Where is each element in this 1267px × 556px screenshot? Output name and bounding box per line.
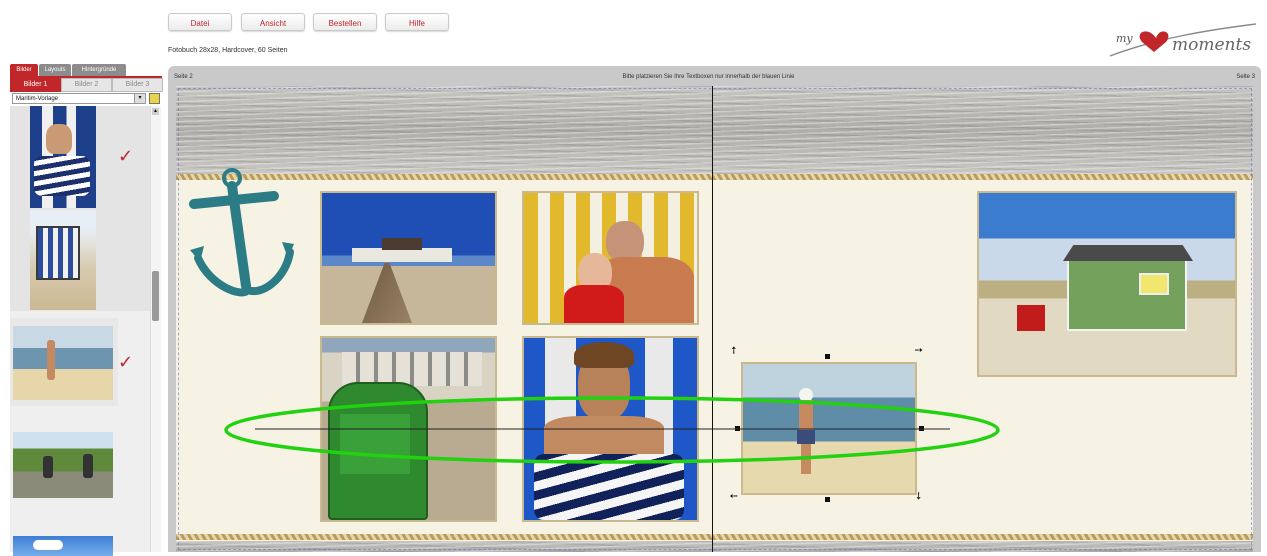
annotation-overlay (224, 396, 1000, 464)
highlight-ellipse (224, 396, 1000, 464)
